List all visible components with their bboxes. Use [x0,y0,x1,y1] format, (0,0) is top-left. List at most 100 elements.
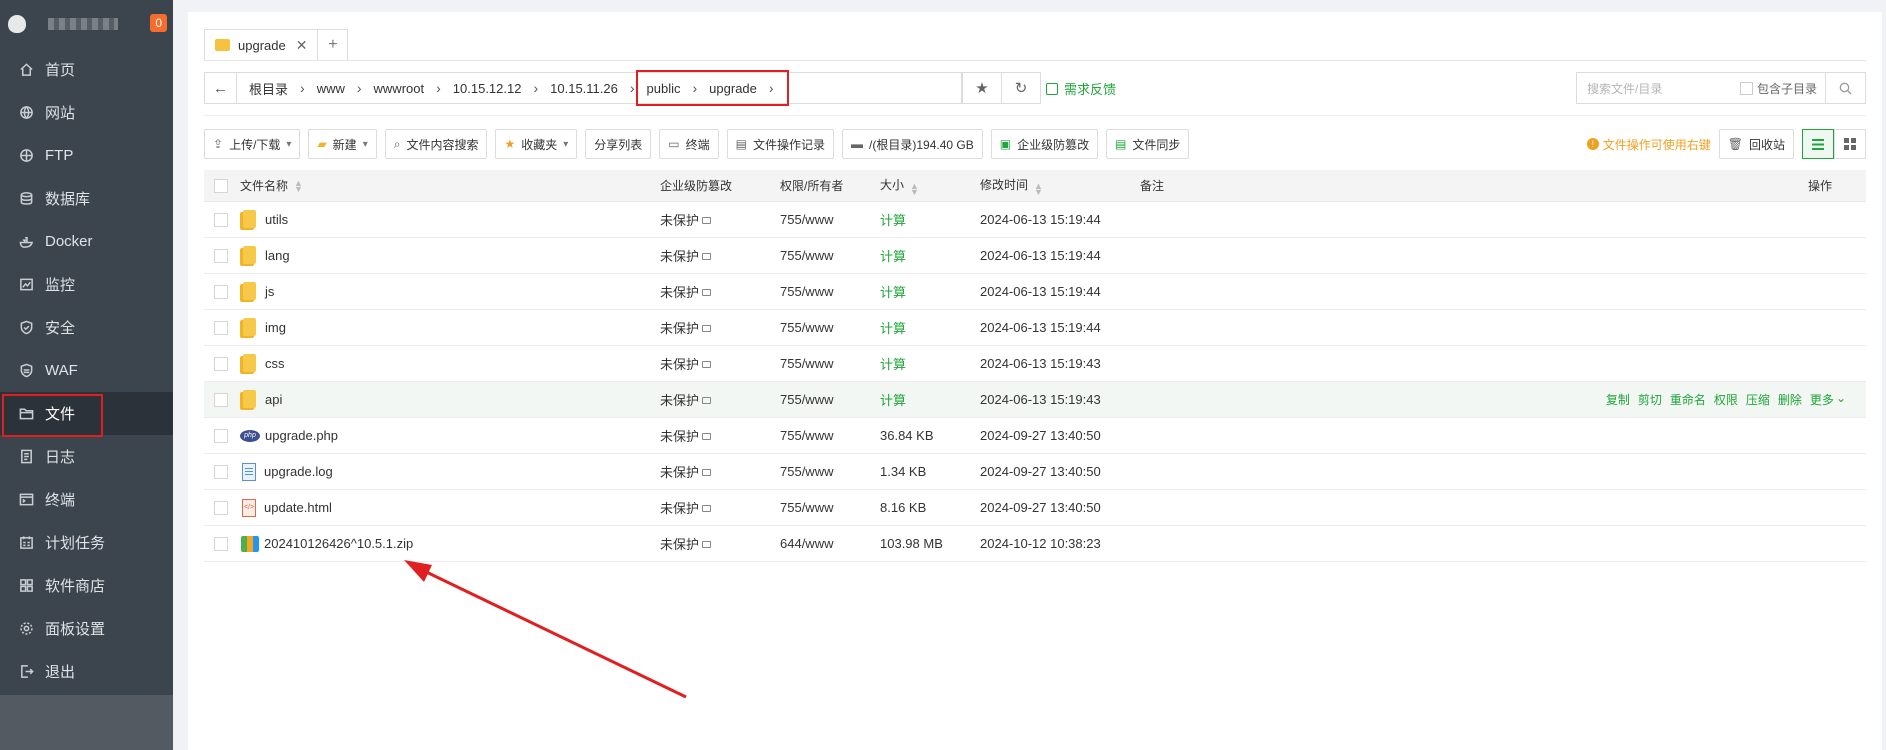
row-checkbox[interactable] [214,212,228,227]
file-name[interactable]: upgrade.php [265,428,338,443]
file-size[interactable]: 计算 [880,390,980,409]
sidebar-item-database[interactable]: 数据库 [0,177,173,220]
new-button[interactable]: ▰ 新建 ▾ [308,129,377,159]
sidebar-item-logout[interactable]: 退出 [0,650,173,693]
notification-badge[interactable]: 0 [150,14,167,32]
row-checkbox[interactable] [214,284,228,299]
table-row[interactable]: upgrade.log 未保护 755/www 1.34 KB 2024-09-27 1… [204,454,1866,490]
row-checkbox[interactable] [214,248,228,263]
row-action-1[interactable]: 剪切 [1638,391,1662,408]
file-perm[interactable]: 755/www [780,248,880,263]
file-name[interactable]: js [265,284,274,299]
row-checkbox[interactable] [214,428,228,443]
favorite-star-button[interactable]: ★ [962,72,1002,104]
share-list-button[interactable]: 分享列表 [585,129,652,159]
table-row[interactable]: </> update.html 未保护 755/www 8.16 KB 2024-09-2… [204,490,1866,526]
table-row[interactable]: api 未保护 755/www 计算 2024-06-13 15:19:43 复制 剪切 重命… [204,382,1866,418]
file-size[interactable]: 计算 [880,246,980,265]
recycle-bin-button[interactable]: 🗑 回收站 [1718,129,1794,159]
protect-status[interactable]: 未保护 [660,354,699,373]
sidebar-item-globe[interactable]: 网站 [0,91,173,134]
header-size[interactable]: 大小 ▲ ▼ [880,176,980,197]
row-checkbox[interactable] [214,536,228,551]
tab-upgrade[interactable]: upgrade ✕ [204,29,319,61]
table-row[interactable]: js 未保护 755/www 计算 2024-06-13 15:19:44 [204,274,1866,310]
sidebar-item-ftp[interactable]: FTP [0,134,173,177]
protect-status[interactable]: 未保护 [660,462,699,481]
sync-button[interactable]: ▤ 文件同步 [1106,129,1190,159]
op-log-button[interactable]: ▤ 文件操作记录 [726,129,835,159]
sidebar-item-home[interactable]: 首页 [0,48,173,91]
upload-download-button[interactable]: ⇪ 上传/下载 ▾ [204,129,301,159]
file-name[interactable]: utils [265,212,288,227]
table-row[interactable]: 202410126426^10.5.1.zip 未保护 644/www 103.98 … [204,526,1866,562]
disk-button[interactable]: ▬ /(根目录)194.40 GB [842,129,983,159]
content-search-button[interactable]: ⌕ 文件内容搜索 [384,129,488,159]
file-name[interactable]: upgrade.log [264,464,333,479]
sidebar-item-terminal[interactable]: 终端 [0,478,173,521]
table-row[interactable]: img 未保护 755/www 计算 2024-06-13 15:19:44 [204,310,1866,346]
row-checkbox[interactable] [214,464,228,479]
file-perm[interactable]: 755/www [780,464,880,479]
table-row[interactable]: lang 未保护 755/www 计算 2024-06-13 15:19:44 [204,238,1866,274]
breadcrumb-item[interactable]: 10.15.11.26 › [538,80,634,96]
refresh-button[interactable]: ↻ [1001,72,1041,104]
row-action-3[interactable]: 权限 [1714,391,1738,408]
back-button[interactable]: ← [205,73,237,103]
breadcrumb-item[interactable]: 根目录 › [237,79,305,98]
sidebar-item-shield[interactable]: 安全 [0,306,173,349]
select-all-checkbox[interactable] [214,178,228,193]
breadcrumb-item[interactable]: wwwroot › [362,80,441,96]
terminal-button[interactable]: ▭ 终端 [659,129,719,159]
protect-status[interactable]: 未保护 [660,210,699,229]
file-size[interactable]: 计算 [880,282,980,301]
file-perm[interactable]: 755/www [780,320,880,335]
table-row[interactable]: utils 未保护 755/www 计算 2024-06-13 15:19:44 [204,202,1866,238]
header-mtime[interactable]: 修改时间 ▲ ▼ [980,176,1140,197]
row-action-6[interactable]: 更多 [1810,391,1834,408]
file-name[interactable]: 202410126426^10.5.1.zip [264,536,413,551]
file-size[interactable]: 计算 [880,210,980,229]
file-size[interactable]: 计算 [880,354,980,373]
protect-status[interactable]: 未保护 [660,318,699,337]
add-tab-button[interactable]: + [318,29,349,61]
file-name[interactable]: css [265,356,285,371]
search-button[interactable] [1825,73,1865,103]
close-icon[interactable]: ✕ [296,37,308,54]
file-name[interactable]: img [265,320,286,335]
protect-status[interactable]: 未保护 [660,426,699,445]
table-row[interactable]: css 未保护 755/www 计算 2024-06-13 15:19:43 [204,346,1866,382]
row-action-2[interactable]: 重命名 [1670,391,1706,408]
file-size[interactable]: 计算 [880,318,980,337]
table-row[interactable]: php upgrade.php 未保护 755/www 36.84 KB 2024-09-… [204,418,1866,454]
header-name[interactable]: 文件名称 ▲ ▼ [240,177,660,194]
sidebar-item-monitor[interactable]: 监控 [0,263,173,306]
row-checkbox[interactable] [214,500,228,515]
row-action-0[interactable]: 复制 [1606,391,1630,408]
sidebar-item-folder[interactable]: 文件 [0,392,173,437]
breadcrumb-item[interactable]: www › [305,80,362,96]
file-perm[interactable]: 755/www [780,356,880,371]
grid-view-button[interactable] [1834,129,1866,159]
file-name[interactable]: update.html [264,500,332,515]
sidebar-item-gear[interactable]: 面板设置 [0,607,173,650]
row-action-4[interactable]: 压缩 [1746,391,1770,408]
protect-status[interactable]: 未保护 [660,390,699,409]
file-perm[interactable]: 755/www [780,428,880,443]
search-input[interactable]: 搜索文件/目录 [1577,80,1740,97]
include-subdir-checkbox[interactable]: 包含子目录 [1739,80,1817,97]
sidebar-item-docker[interactable]: Docker [0,220,173,263]
protect-status[interactable]: 未保护 [660,498,699,517]
file-perm[interactable]: 755/www [780,392,880,407]
tamper-button[interactable]: ▣ 企业级防篡改 [990,129,1099,159]
protect-status[interactable]: 未保护 [660,534,699,553]
breadcrumb-item[interactable]: 10.15.12.12 › [441,80,538,96]
list-view-button[interactable] [1802,129,1834,159]
file-perm[interactable]: 755/www [780,212,880,227]
sidebar-item-log[interactable]: 日志 [0,435,173,478]
protect-status[interactable]: 未保护 [660,282,699,301]
sidebar-item-cron[interactable]: 计划任务 [0,521,173,564]
sidebar-item-store[interactable]: 软件商店 [0,564,173,607]
row-action-5[interactable]: 删除 [1778,391,1802,408]
row-checkbox[interactable] [214,320,228,335]
